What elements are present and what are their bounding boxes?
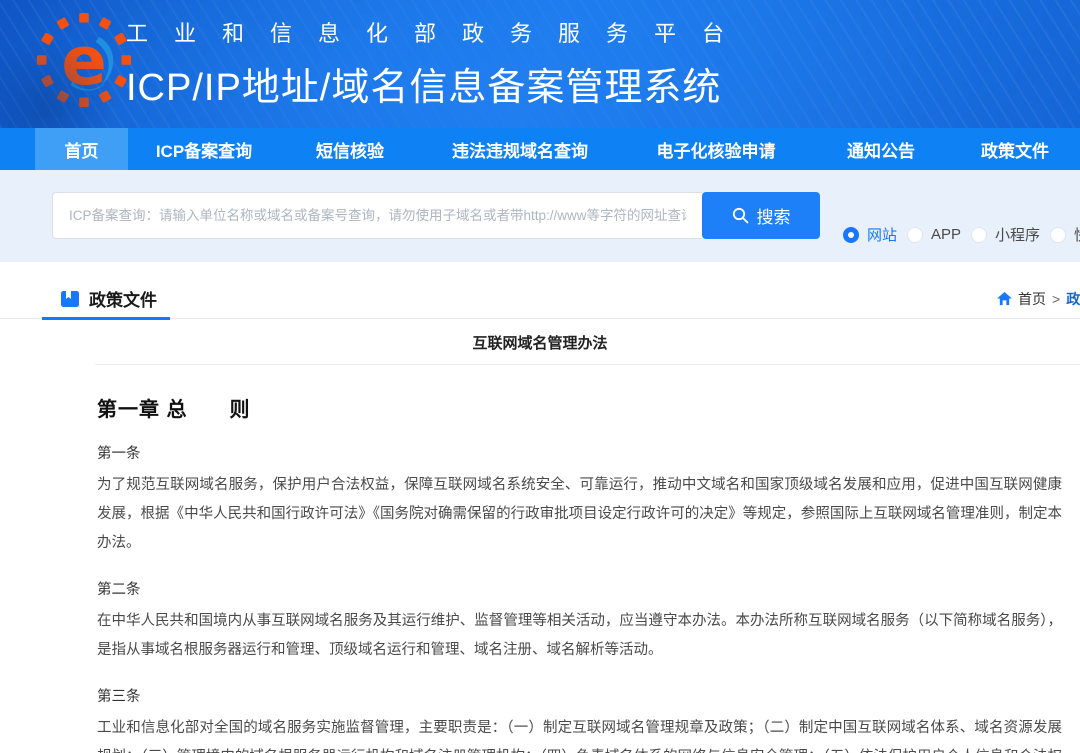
chapter-heading: 第一章 总 则	[97, 393, 1062, 422]
breadcrumb-current: 政策文件	[1066, 289, 1080, 309]
nav-item-home[interactable]: 首页	[35, 128, 128, 170]
masthead: e 工业和信息化部政务服务平台 ICP/IP地址/域名信息备案管理系统	[0, 0, 1080, 128]
article-label: 第二条	[97, 576, 1062, 605]
section-active-underline	[42, 317, 170, 320]
search-type-label: 小程序	[995, 224, 1040, 245]
page: e 工业和信息化部政务服务平台 ICP/IP地址/域名信息备案管理系统 首页 I…	[0, 0, 1080, 753]
nav-item-illegal-domain-query[interactable]: 违法违规域名查询	[420, 128, 620, 170]
title-divider	[95, 364, 1080, 365]
section-header: 政策文件 首页 > 政策文件	[0, 262, 1080, 319]
article-text: 在中华人民共和国境内从事互联网域名服务及其运行维护、监督管理等相关活动，应当遵守…	[97, 607, 1062, 665]
radio-unchecked-icon	[971, 227, 987, 243]
search-type-label: 网站	[867, 224, 897, 245]
svg-text:e: e	[61, 22, 107, 100]
article-text: 为了规范互联网域名服务，保护用户合法权益，保障互联网域名系统安全、可靠运行，推动…	[97, 471, 1062, 558]
section-title: 政策文件	[89, 286, 157, 311]
article-2: 第二条 在中华人民共和国境内从事互联网域名服务及其运行维护、监督管理等相关活动，…	[97, 576, 1062, 665]
breadcrumb: 首页 > 政策文件	[997, 289, 1080, 309]
system-title: ICP/IP地址/域名信息备案管理系统	[126, 56, 750, 111]
content-area: 政策文件 首页 > 政策文件 互联网域名管理办法 第一章 总 则 第一条 为了规…	[0, 262, 1080, 753]
search-section: 搜索 网站 APP 小程序 快应用	[0, 170, 1080, 262]
radio-unchecked-icon	[907, 227, 923, 243]
article-3: 第三条 工业和信息化部对全国的域名服务实施监督管理，主要职责是：（一）制定互联网…	[97, 683, 1062, 753]
miit-beian-logo-icon: e	[36, 12, 132, 108]
nav-item-notices[interactable]: 通知公告	[812, 128, 950, 170]
search-icon	[732, 207, 749, 224]
search-type-label: APP	[931, 226, 961, 243]
book-icon	[60, 289, 80, 309]
document-title: 互联网域名管理办法	[0, 319, 1080, 364]
document-body: 第一章 总 则 第一条 为了规范互联网域名服务，保护用户合法权益，保障互联网域名…	[97, 393, 1062, 753]
search-type-label: 快应用	[1074, 224, 1080, 245]
search-button[interactable]: 搜索	[702, 192, 820, 239]
search-type-quickapp[interactable]: 快应用	[1050, 224, 1080, 245]
home-icon	[997, 292, 1012, 306]
article-label: 第一条	[97, 440, 1062, 469]
search-type-website[interactable]: 网站	[843, 224, 897, 245]
article-text: 工业和信息化部对全国的域名服务实施监督管理，主要职责是：（一）制定互联网域名管理…	[97, 714, 1062, 753]
nav-item-sms-verify[interactable]: 短信核验	[280, 128, 420, 170]
nav-item-icp-query[interactable]: ICP备案查询	[128, 128, 280, 170]
nav-item-electronic-verify[interactable]: 电子化核验申请	[620, 128, 812, 170]
breadcrumb-home[interactable]: 首页	[1018, 289, 1046, 309]
header-titles: 工业和信息化部政务服务平台 ICP/IP地址/域名信息备案管理系统	[126, 16, 750, 111]
radio-unchecked-icon	[1050, 227, 1066, 243]
article-1: 第一条 为了规范互联网域名服务，保护用户合法权益，保障互联网域名系统安全、可靠运…	[97, 440, 1062, 558]
search-type-miniprogram[interactable]: 小程序	[971, 224, 1040, 245]
search-button-label: 搜索	[757, 203, 791, 228]
search-input[interactable]	[52, 192, 702, 239]
article-label: 第三条	[97, 683, 1062, 712]
search-type-app[interactable]: APP	[907, 226, 961, 243]
main-nav: 首页 ICP备案查询 短信核验 违法违规域名查询 电子化核验申请 通知公告 政策…	[0, 128, 1080, 170]
breadcrumb-separator: >	[1052, 291, 1060, 307]
radio-checked-icon	[843, 227, 859, 243]
platform-title: 工业和信息化部政务服务平台	[126, 16, 750, 48]
search-type-group: 网站 APP 小程序 快应用	[843, 224, 1080, 245]
nav-item-policy-files[interactable]: 政策文件	[950, 128, 1080, 170]
